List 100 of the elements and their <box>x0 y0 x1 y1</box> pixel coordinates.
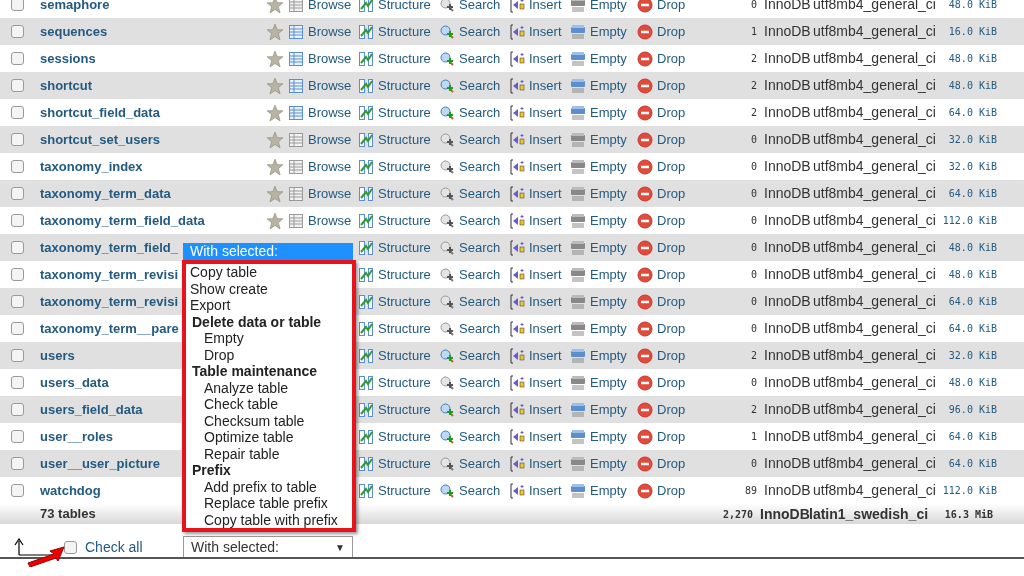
empty-link[interactable]: Empty <box>570 426 637 447</box>
insert-link[interactable]: Insert <box>509 156 570 177</box>
drop-link[interactable]: Drop <box>637 48 687 69</box>
drop-link[interactable]: Drop <box>637 426 687 447</box>
insert-link[interactable]: Insert <box>509 453 570 474</box>
browse-link[interactable]: Browse <box>288 48 358 69</box>
drop-link[interactable]: Drop <box>637 237 687 258</box>
drop-link[interactable]: Drop <box>637 264 687 285</box>
structure-link[interactable]: Structure <box>358 156 439 177</box>
search-link[interactable]: Search <box>439 372 509 393</box>
table-name-link[interactable]: taxonomy_term_field_data <box>40 210 205 231</box>
drop-link[interactable]: Drop <box>637 399 687 420</box>
browse-link[interactable]: Browse <box>288 183 358 204</box>
table-name-link[interactable]: users_data <box>40 372 109 393</box>
checkbox[interactable] <box>10 160 24 173</box>
checkbox[interactable] <box>10 0 24 11</box>
empty-link[interactable]: Empty <box>570 183 637 204</box>
empty-link[interactable]: Empty <box>570 48 637 69</box>
empty-link[interactable]: Empty <box>570 291 637 312</box>
dropdown-option[interactable]: Drop <box>186 346 352 363</box>
table-name-link[interactable]: watchdog <box>40 480 101 501</box>
drop-link[interactable]: Drop <box>637 183 687 204</box>
table-name-link[interactable]: taxonomy_term__pare <box>40 318 179 339</box>
browse-link[interactable]: Browse <box>288 102 358 123</box>
search-link[interactable]: Search <box>439 453 509 474</box>
dropdown-option[interactable]: Checksum table <box>186 412 352 429</box>
insert-link[interactable]: Insert <box>509 372 570 393</box>
structure-link[interactable]: Structure <box>358 102 439 123</box>
structure-link[interactable]: Structure <box>358 345 439 366</box>
check-all-label[interactable]: Check all <box>85 536 183 558</box>
table-name-link[interactable]: users_field_data <box>40 399 143 420</box>
checkbox[interactable] <box>10 403 24 416</box>
insert-link[interactable]: Insert <box>509 237 570 258</box>
drop-link[interactable]: Drop <box>637 480 687 501</box>
checkbox[interactable] <box>10 106 24 119</box>
empty-link[interactable]: Empty <box>570 21 637 42</box>
table-name-link[interactable]: shortcut_set_users <box>40 129 160 150</box>
drop-link[interactable]: Drop <box>637 318 687 339</box>
search-link[interactable]: Search <box>439 264 509 285</box>
structure-link[interactable]: Structure <box>358 48 439 69</box>
search-link[interactable]: Search <box>439 102 509 123</box>
structure-link[interactable]: Structure <box>358 183 439 204</box>
drop-link[interactable]: Drop <box>637 21 687 42</box>
browse-link[interactable]: Browse <box>288 0 358 15</box>
search-link[interactable]: Search <box>439 48 509 69</box>
checkbox[interactable] <box>64 540 77 554</box>
browse-link[interactable]: Browse <box>288 210 358 231</box>
search-link[interactable]: Search <box>439 210 509 231</box>
dropdown-option[interactable]: Empty <box>186 330 352 347</box>
with-selected-dropdown[interactable]: With selected: ▼ <box>183 535 353 559</box>
search-link[interactable]: Search <box>439 0 509 15</box>
dropdown-option[interactable]: Copy table <box>186 264 352 281</box>
dropdown-option[interactable]: Show create <box>186 280 352 297</box>
checkbox[interactable] <box>10 241 24 254</box>
empty-link[interactable]: Empty <box>570 480 637 501</box>
structure-link[interactable]: Structure <box>358 480 439 501</box>
structure-link[interactable]: Structure <box>358 210 439 231</box>
structure-link[interactable]: Structure <box>358 426 439 447</box>
drop-link[interactable]: Drop <box>637 345 687 366</box>
checkbox[interactable] <box>10 187 24 200</box>
search-link[interactable]: Search <box>439 21 509 42</box>
checkbox[interactable] <box>10 133 24 146</box>
drop-link[interactable]: Drop <box>637 291 687 312</box>
checkbox[interactable] <box>10 79 24 92</box>
dropdown-option[interactable]: Copy table with prefix <box>186 511 352 528</box>
drop-link[interactable]: Drop <box>637 102 687 123</box>
dropdown-option[interactable]: Add prefix to table <box>186 478 352 495</box>
insert-link[interactable]: Insert <box>509 318 570 339</box>
insert-link[interactable]: Insert <box>509 0 570 15</box>
table-name-link[interactable]: user__user_picture <box>40 453 160 474</box>
empty-link[interactable]: Empty <box>570 75 637 96</box>
search-link[interactable]: Search <box>439 399 509 420</box>
browse-link[interactable]: Browse <box>288 21 358 42</box>
table-name-link[interactable]: users <box>40 345 75 366</box>
empty-link[interactable]: Empty <box>570 210 637 231</box>
table-name-link[interactable]: taxonomy_term_revisi <box>40 291 178 312</box>
table-name-link[interactable]: taxonomy_term_field_ <box>40 237 178 258</box>
table-name-link[interactable]: sessions <box>40 48 96 69</box>
insert-link[interactable]: Insert <box>509 102 570 123</box>
empty-link[interactable]: Empty <box>570 345 637 366</box>
drop-link[interactable]: Drop <box>637 210 687 231</box>
drop-link[interactable]: Drop <box>637 129 687 150</box>
dropdown-option[interactable]: Analyze table <box>186 379 352 396</box>
checkbox[interactable] <box>10 430 24 443</box>
insert-link[interactable]: Insert <box>509 21 570 42</box>
structure-link[interactable]: Structure <box>358 237 439 258</box>
checkbox[interactable] <box>10 52 24 65</box>
empty-link[interactable]: Empty <box>570 453 637 474</box>
checkbox[interactable] <box>10 349 24 362</box>
insert-link[interactable]: Insert <box>509 480 570 501</box>
structure-link[interactable]: Structure <box>358 318 439 339</box>
checkbox[interactable] <box>10 484 24 497</box>
search-link[interactable]: Search <box>439 426 509 447</box>
table-name-link[interactable]: user__roles <box>40 426 113 447</box>
empty-link[interactable]: Empty <box>570 372 637 393</box>
insert-link[interactable]: Insert <box>509 399 570 420</box>
drop-link[interactable]: Drop <box>637 75 687 96</box>
insert-link[interactable]: Insert <box>509 426 570 447</box>
drop-link[interactable]: Drop <box>637 0 687 15</box>
table-name-link[interactable]: semaphore <box>40 0 110 15</box>
